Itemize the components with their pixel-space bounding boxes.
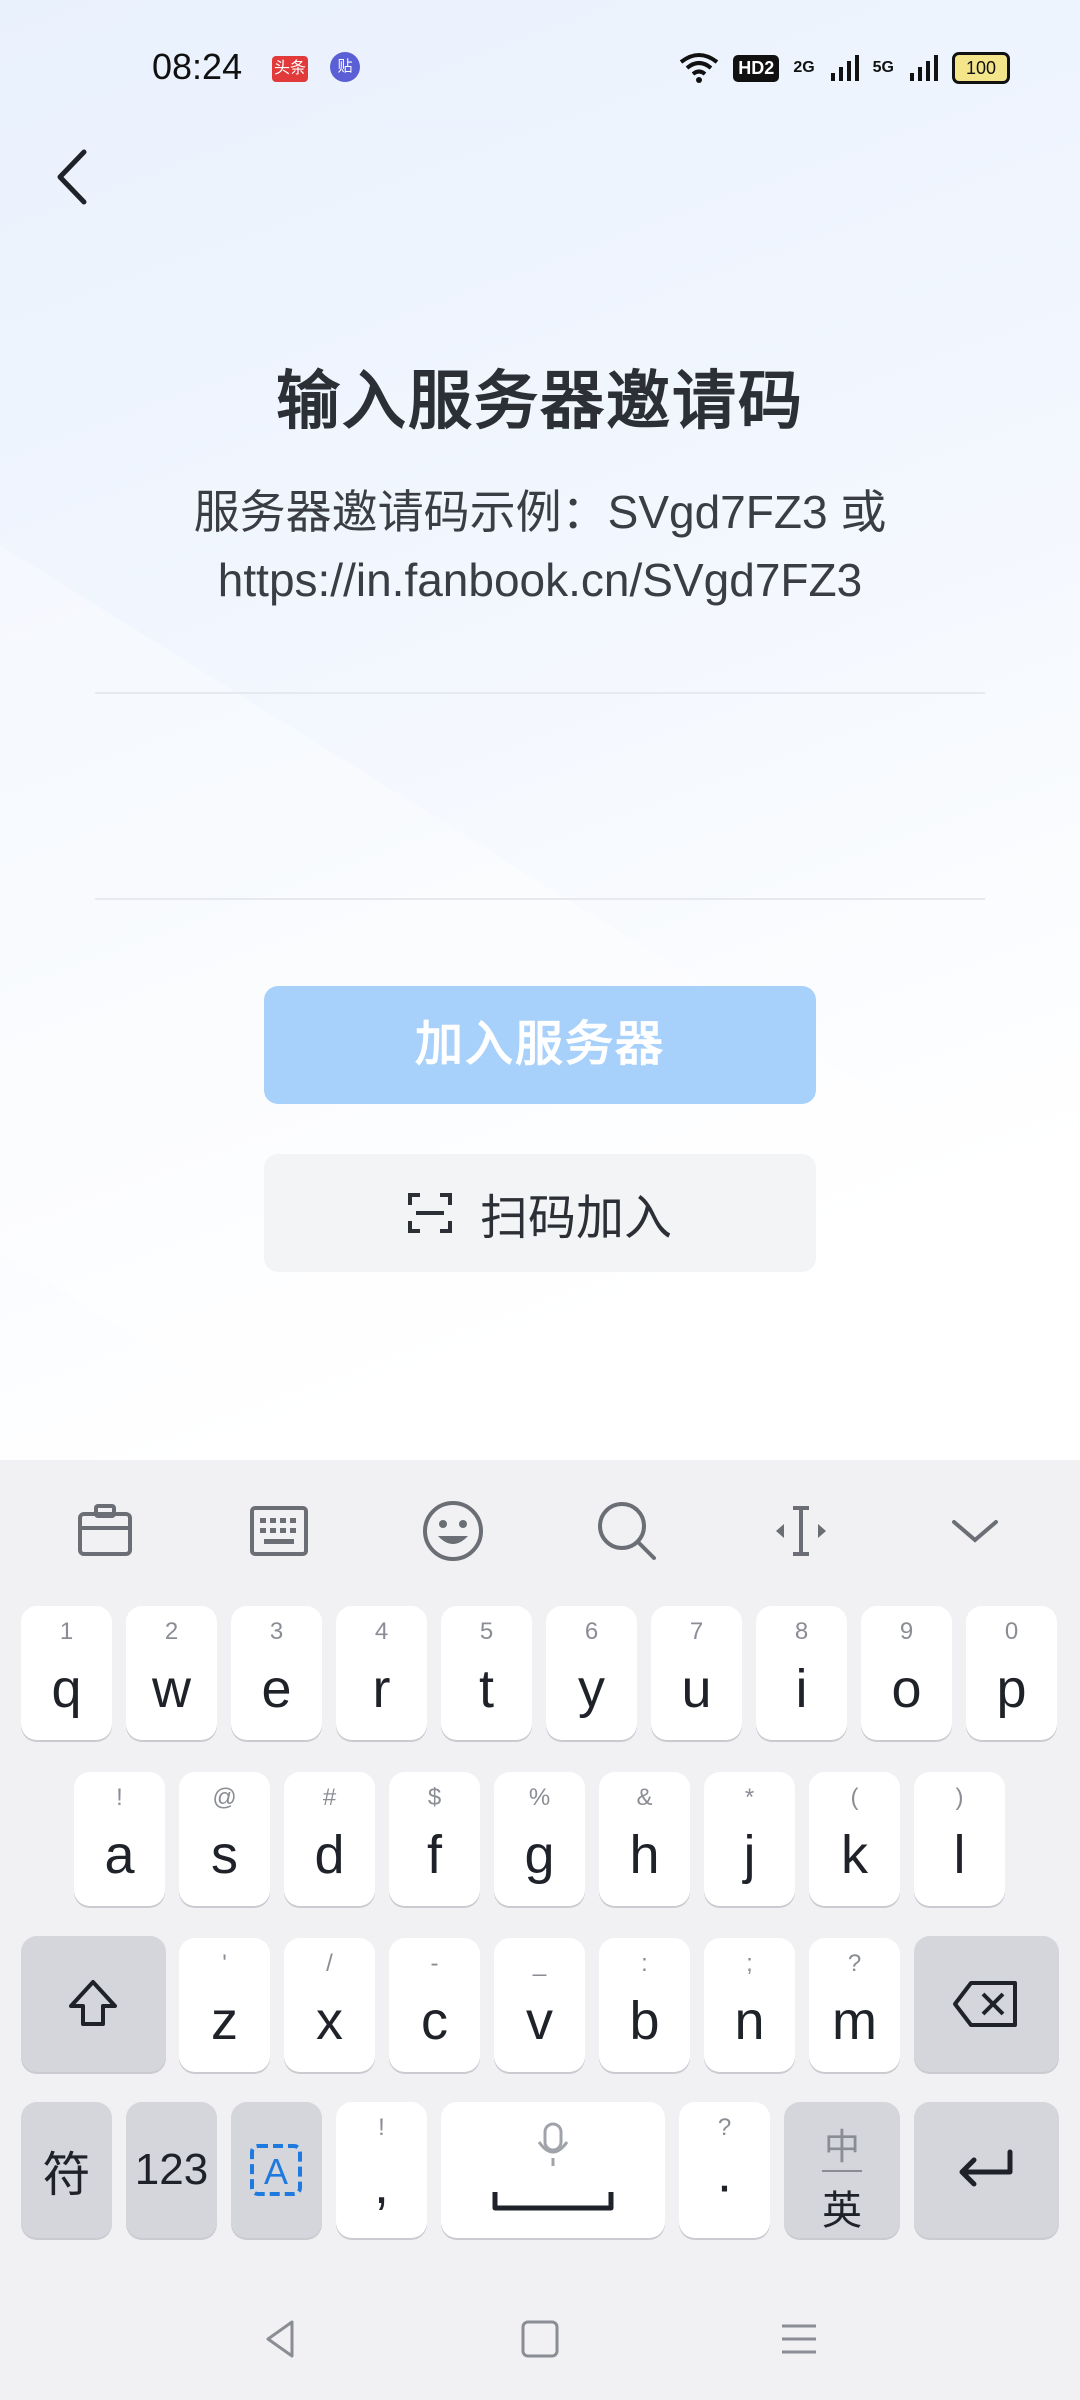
join-server-button[interactable]: 加入服务器 (264, 986, 816, 1104)
battery-indicator: 100 (952, 52, 1010, 84)
scan-icon (407, 1193, 452, 1233)
scan-join-button[interactable]: 扫码加入 (264, 1154, 816, 1272)
language-switch-key[interactable]: 中 英 (784, 2102, 900, 2238)
input-mode-icon: A (250, 2144, 302, 2196)
description-line-1: 服务器邀请码示例：SVgd7FZ3 或 (193, 486, 887, 538)
key-o[interactable]: 9o (861, 1606, 952, 1740)
key-w[interactable]: 2w (126, 1606, 217, 1740)
nav-menu-icon[interactable] (774, 2314, 824, 2364)
nav-home-icon[interactable] (515, 2314, 565, 2364)
input-mode-key[interactable]: A (231, 2102, 322, 2238)
network-5g: 5G (872, 59, 894, 76)
key-i[interactable]: 8i (756, 1606, 847, 1740)
numbers-key[interactable]: 123 (126, 2102, 217, 2238)
backspace-icon (953, 1981, 1017, 2027)
enter-icon (959, 2149, 1013, 2187)
shift-icon (69, 1980, 117, 2026)
nav-back-icon[interactable] (256, 2314, 306, 2364)
symbols-key[interactable]: 符 (21, 2102, 112, 2238)
key-n[interactable]: ; n (704, 1938, 795, 2072)
tieba-badge: 贴 (330, 52, 360, 82)
input-divider-top (95, 692, 985, 694)
key-f[interactable]: $ f (389, 1772, 480, 1906)
search-icon[interactable] (592, 1496, 662, 1566)
enter-key[interactable] (914, 2102, 1059, 2238)
status-bar: 08:24 头条 贴 HD2 2G 5G 100 (0, 0, 1080, 140)
key-p[interactable]: 0p (966, 1606, 1057, 1740)
status-time: 08:24 (152, 46, 243, 87)
soft-keyboard: 1q 2w 3e 4r 5t 6y 7u 8i 9o 0p ! a @ s # d $… (0, 1460, 1080, 2400)
collapse-keyboard-icon[interactable] (940, 1496, 1010, 1566)
space-key[interactable] (441, 2102, 665, 2238)
invite-code-screen: 08:24 头条 贴 HD2 2G 5G 100 输入服务器邀请码 服务器邀请码… (0, 0, 1080, 2400)
key-j[interactable]: * j (704, 1772, 795, 1906)
signal-icon (910, 55, 938, 81)
page-title: 输入服务器邀请码 (276, 365, 804, 437)
key-t[interactable]: 5t (441, 1606, 532, 1740)
key-h[interactable]: & h (599, 1772, 690, 1906)
emoji-icon[interactable] (418, 1496, 488, 1566)
shift-key[interactable] (21, 1936, 166, 2072)
description-line-2: https://in.fanbook.cn/SVgd7FZ3 (217, 554, 863, 606)
input-divider-bottom (95, 898, 985, 900)
signal-icon (830, 55, 859, 81)
key-m[interactable]: ? m (809, 1938, 900, 2072)
keyboard-icon[interactable] (244, 1496, 314, 1566)
toutiao-badge: 头条 (272, 56, 308, 82)
key-d[interactable]: # d (284, 1772, 375, 1906)
key-v[interactable]: _ v (494, 1938, 585, 2072)
chevron-left-icon (57, 149, 87, 205)
period-key[interactable]: ? · (679, 2102, 770, 2238)
key-q[interactable]: 1q (21, 1606, 112, 1740)
key-a[interactable]: ! a (74, 1772, 165, 1906)
network-2g: 2G (793, 59, 815, 76)
svg-text:A: A (264, 2151, 288, 2192)
keyboard-toolbar (0, 1460, 1080, 1600)
backspace-key[interactable] (914, 1936, 1059, 2072)
status-icons: HD2 2G 5G 100 (679, 48, 1010, 88)
system-navigation-bar (0, 2270, 1080, 2400)
key-x[interactable]: / x (284, 1938, 375, 2072)
key-s[interactable]: @ s (179, 1772, 270, 1906)
comma-key[interactable]: !, (336, 2102, 427, 2238)
key-b[interactable]: :b (599, 1938, 690, 2072)
scan-join-label: 扫码加入 (479, 1192, 672, 1245)
back-button[interactable] (40, 142, 110, 212)
key-r[interactable]: 4r (336, 1606, 427, 1740)
key-y[interactable]: 6y (546, 1606, 637, 1740)
invite-code-input[interactable] (95, 698, 989, 900)
key-g[interactable]: % g (494, 1772, 585, 1906)
key-z[interactable]: ' z (179, 1938, 270, 2072)
microphone-icon (537, 2122, 569, 2166)
wifi-icon (680, 53, 719, 83)
key-e[interactable]: 3e (231, 1606, 322, 1740)
key-k[interactable]: (k (809, 1772, 900, 1906)
description: 服务器邀请码示例：SVgd7FZ3 或 https://in.fanbook.c… (0, 478, 1080, 614)
space-bar-icon (492, 2192, 614, 2211)
cursor-icon[interactable] (766, 1496, 836, 1566)
key-l[interactable]: ) l (914, 1772, 1005, 1906)
key-c[interactable]: -c (389, 1938, 480, 2072)
hd-indicator: HD2 (733, 54, 780, 82)
key-u[interactable]: 7u (651, 1606, 742, 1740)
clipboard-icon[interactable] (70, 1496, 140, 1566)
